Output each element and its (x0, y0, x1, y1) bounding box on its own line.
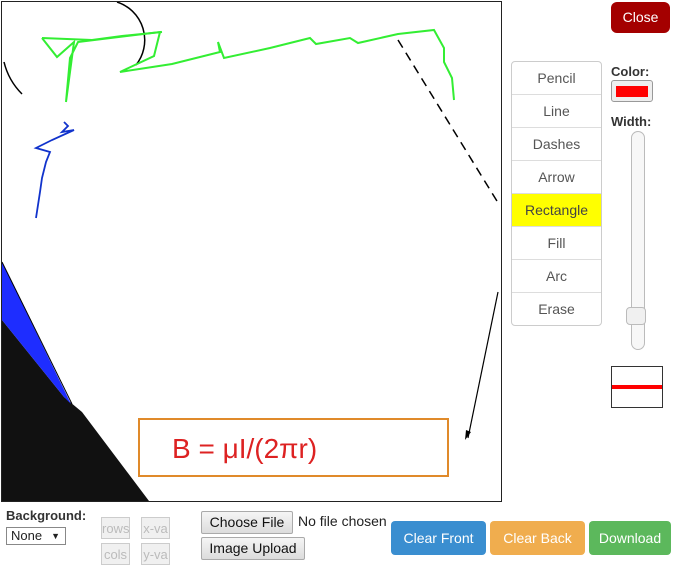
file-status-text: No file chosen (298, 513, 387, 529)
background-select-value: None (11, 528, 43, 543)
x-values-input[interactable]: x-va (141, 517, 170, 539)
close-button[interactable]: Close (611, 2, 670, 33)
color-label: Color: (611, 64, 650, 79)
arrow-line (467, 291, 499, 439)
choose-file-button[interactable]: Choose File (201, 511, 293, 534)
blue-pencil-stroke (33, 121, 75, 219)
color-picker[interactable] (611, 80, 653, 102)
clear-front-button[interactable]: Clear Front (391, 521, 486, 555)
tool-fill[interactable]: Fill (512, 227, 601, 260)
image-upload-button[interactable]: Image Upload (201, 537, 305, 560)
tool-line[interactable]: Line (512, 95, 601, 128)
arc-shape (3, 61, 23, 95)
width-slider-thumb[interactable] (626, 307, 646, 325)
drawing-canvas[interactable]: B = μI/(2πr) (1, 1, 502, 502)
background-select[interactable]: None ▼ (6, 527, 66, 545)
y-values-input[interactable]: y-va (141, 543, 170, 565)
green-pencil-stroke (41, 28, 455, 103)
chevron-down-icon: ▼ (51, 531, 60, 541)
dashed-line (397, 39, 501, 207)
tool-arc[interactable]: Arc (512, 260, 601, 293)
tool-arrow[interactable]: Arrow (512, 161, 601, 194)
color-swatch-fill (616, 86, 648, 97)
arrow-head (465, 430, 471, 440)
tool-list: Pencil Line Dashes Arrow Rectangle Fill … (511, 61, 602, 326)
rows-input[interactable]: rows (101, 517, 130, 539)
stroke-preview (611, 366, 663, 408)
canvas-drawing: B = μI/(2πr) (2, 2, 501, 501)
tool-erase[interactable]: Erase (512, 293, 601, 325)
clear-back-button[interactable]: Clear Back (490, 521, 585, 555)
tool-dashes[interactable]: Dashes (512, 128, 601, 161)
stroke-preview-line (612, 385, 662, 389)
width-label: Width: (611, 114, 652, 129)
formula-text: B = μI/(2πr) (172, 433, 317, 464)
tool-pencil[interactable]: Pencil (512, 62, 601, 95)
cols-input[interactable]: cols (101, 543, 130, 565)
background-label: Background: (6, 508, 87, 523)
tool-rectangle[interactable]: Rectangle (512, 194, 601, 227)
download-button[interactable]: Download (589, 521, 671, 555)
